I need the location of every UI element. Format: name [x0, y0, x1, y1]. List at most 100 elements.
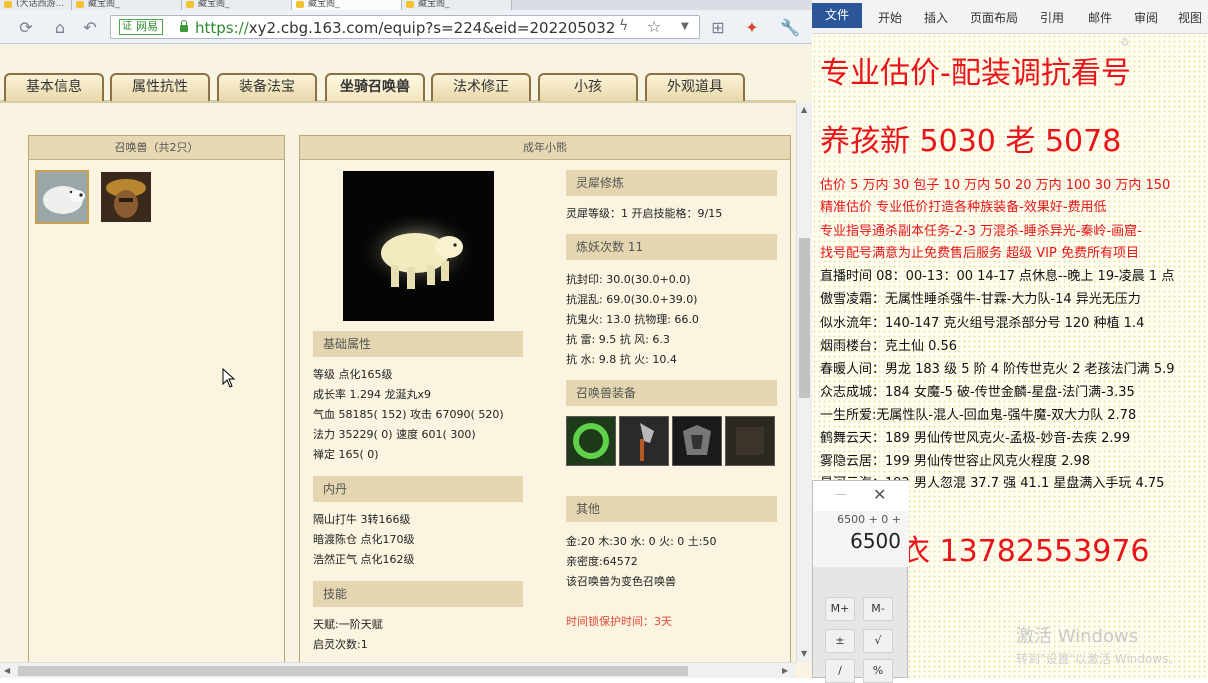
doc-line: 专业指导通杀副本任务-2-3 万混杀-睡杀异光-秦岭-画窟-: [820, 224, 1142, 239]
section-basic-attrs: 基础属性: [313, 331, 523, 357]
vertical-scrollbar[interactable]: ▲ ▼: [796, 103, 812, 662]
doc-line: 春暖人间：男龙 183 级 5 阶 4 阶传世克火 2 老孩法门满 5.9: [820, 362, 1175, 377]
equip-slot-ring[interactable]: [566, 416, 616, 466]
tab-basic-info[interactable]: 基本信息: [4, 73, 104, 101]
ribbon-tab-mailings[interactable]: 邮件: [1088, 9, 1112, 26]
doc-line: 烟雨楼台：克土仙 0.56: [820, 339, 958, 354]
game-icon[interactable]: ✦: [742, 18, 762, 38]
ribbon-tab-references[interactable]: 引用: [1040, 9, 1064, 26]
browser-tab[interactable]: 藏宝阁_: [182, 0, 292, 10]
collar-icon: [736, 427, 764, 455]
url-path: xy2.cbg.163.com/equip?s=224&eid=20220503…: [248, 19, 615, 37]
doc-phone: 衣 13782553976: [900, 534, 1150, 569]
scroll-right-icon[interactable]: ▶: [782, 666, 788, 675]
calculator-value: 6500: [850, 529, 901, 553]
time-lock-line: 时间锁保护时间：3天: [566, 615, 672, 628]
reload-icon[interactable]: ⟳: [16, 18, 36, 38]
browser-tabstrip: (大话西游... 藏宝阁_ 藏宝阁_ 藏宝阁_ 藏宝阁_: [0, 0, 812, 10]
doc-line: 鹤舞云天：189 男仙传世风克火-孟极-妙音-去疾 2.99: [820, 431, 1131, 446]
scroll-left-icon[interactable]: ◀: [4, 666, 10, 675]
vertical-scroll-thumb[interactable]: [799, 238, 810, 398]
close-icon[interactable]: ✕: [873, 485, 886, 504]
attr-line: 法力 35229( 0) 速度 601( 300): [313, 428, 476, 441]
ribbon-tab-home[interactable]: 开始: [878, 9, 902, 26]
ribbon-tab-layout[interactable]: 页面布局: [970, 9, 1018, 26]
section-skills: 技能: [313, 581, 523, 607]
browser-tab[interactable]: 藏宝阁_: [402, 0, 512, 10]
summon-avatar-second[interactable]: [101, 172, 151, 222]
attr-line: 气血 58185( 152) 攻击 67090( 520): [313, 408, 504, 421]
calc-percent-button[interactable]: %: [863, 659, 893, 683]
calculator-titlebar[interactable]: — ✕: [813, 481, 909, 511]
polar-bear-image: [343, 171, 494, 321]
tab-equipment[interactable]: 装备法宝: [217, 73, 317, 101]
browser-tab[interactable]: 藏宝阁_: [72, 0, 182, 10]
dropdown-icon[interactable]: ▼: [681, 21, 689, 32]
grid-icon[interactable]: ⊞: [708, 18, 728, 38]
tab-child[interactable]: 小孩: [538, 73, 638, 101]
calculator-expression: 6500 + 0 +: [837, 513, 901, 526]
summon-detail-header: 成年小熊: [300, 136, 790, 160]
tab-mount-summons[interactable]: 坐骑召唤兽: [325, 73, 425, 101]
equip-slot-empty[interactable]: [725, 416, 775, 466]
equip-slot-armor[interactable]: [672, 416, 722, 466]
neidan-line: 隔山打牛 3转166级: [313, 513, 411, 526]
calc-mminus-button[interactable]: M-: [863, 597, 893, 621]
scroll-down-icon[interactable]: ▼: [801, 649, 807, 658]
equip-slot-helmet[interactable]: [619, 416, 669, 466]
calc-negate-button[interactable]: ±: [825, 629, 855, 653]
summon-portrait: [101, 172, 151, 222]
ribbon-tab-review[interactable]: 审阅: [1134, 9, 1158, 26]
doc-line: 估价 5 万内 30 包子 10 万内 50 20 万内 100 30 万内 1…: [820, 178, 1171, 193]
attr-line: 成长率 1.294 龙涎丸x9: [313, 388, 431, 401]
horizontal-scroll-thumb[interactable]: [18, 666, 688, 676]
activate-windows-subtitle: 转到"设置"以激活 Windows。: [1016, 652, 1181, 666]
doc-line: 众志成城：184 女魔-5 破-传世金麟-星盘-法门满-3.35: [820, 385, 1135, 400]
scroll-up-icon[interactable]: ▲: [801, 105, 807, 114]
calc-divide-button[interactable]: /: [825, 659, 855, 683]
summon-avatar-bear[interactable]: [35, 170, 89, 224]
summon-image: [343, 171, 494, 321]
doc-headline: 养孩新 5030 老 5078: [820, 124, 1122, 159]
tab-spell-mod[interactable]: 法术修正: [431, 73, 531, 101]
lingxi-line: 灵犀等级：1 开启技能格：9/15: [566, 207, 723, 220]
section-neidan: 内丹: [313, 476, 523, 502]
mouse-cursor-icon: [222, 368, 236, 388]
star-icon[interactable]: ☆: [647, 17, 661, 36]
cert-badge[interactable]: 网易: [119, 19, 163, 35]
doc-line: 精准估价 专业低价打造各种族装备-效果好-费用低: [820, 200, 1107, 215]
tab-favicon-icon: [186, 1, 194, 8]
browser-tab[interactable]: (大话西游...: [0, 0, 72, 10]
neidan-line: 浩然正气 点化162级: [313, 553, 415, 566]
activate-windows-title: 激活 Windows: [1016, 626, 1139, 647]
lightning-icon[interactable]: ϟ: [619, 18, 628, 34]
calc-mplus-button[interactable]: M+: [825, 597, 855, 621]
section-lingxi: 灵犀修炼: [566, 170, 777, 196]
neidan-line: 暗渡陈仓 点化170级: [313, 533, 415, 546]
minimize-icon[interactable]: —: [835, 487, 847, 501]
url-scheme: https://: [195, 19, 249, 37]
recycle-bin-icon[interactable]: ♻: [1120, 36, 1130, 49]
tools-icon[interactable]: 🔧: [780, 18, 800, 38]
calc-sqrt-button[interactable]: √: [863, 629, 893, 653]
doc-headline: 专业估价-配装调抗看号: [820, 56, 1131, 91]
url-text[interactable]: https://xy2.cbg.163.com/equip?s=224&eid=…: [195, 19, 615, 37]
horizontal-scrollbar[interactable]: ◀ ▶: [0, 662, 796, 678]
address-bar[interactable]: 网易 https://xy2.cbg.163.com/equip?s=224&e…: [110, 15, 700, 39]
undo-close-icon[interactable]: ↶: [80, 18, 100, 38]
page-tabs: 基本信息 属性抗性 装备法宝 坐骑召唤兽 法术修正 小孩 外观道具: [0, 73, 796, 103]
ribbon-tab-view[interactable]: 视图: [1178, 9, 1202, 26]
doc-line: 傲雪凌霜：无属性睡杀强牛-甘霖-大力队-14 异光无压力: [820, 292, 1141, 307]
lock-icon: [179, 20, 189, 32]
tab-appearance[interactable]: 外观道具: [645, 73, 745, 101]
ribbon-file-tab[interactable]: 文件: [812, 3, 862, 28]
resist-line: 抗鬼火: 13.0 抗物理: 66.0: [566, 313, 699, 326]
attr-line: 等级 点化165级: [313, 368, 393, 381]
summon-detail-panel: 成年小熊 基础属性 等级 点化165级 成长率 1.294 龙涎丸x9 气血 5…: [299, 135, 791, 662]
doc-line: 似水流年：140-147 克火组号混杀部分号 120 种植 1.4: [820, 316, 1145, 331]
tab-attribute-resist[interactable]: 属性抗性: [110, 73, 210, 101]
resist-line: 抗封印: 30.0(30.0+0.0): [566, 273, 691, 286]
home-icon[interactable]: ⌂: [50, 18, 70, 38]
ribbon-tab-insert[interactable]: 插入: [924, 9, 948, 26]
browser-tab-active[interactable]: 藏宝阁_: [292, 0, 402, 10]
